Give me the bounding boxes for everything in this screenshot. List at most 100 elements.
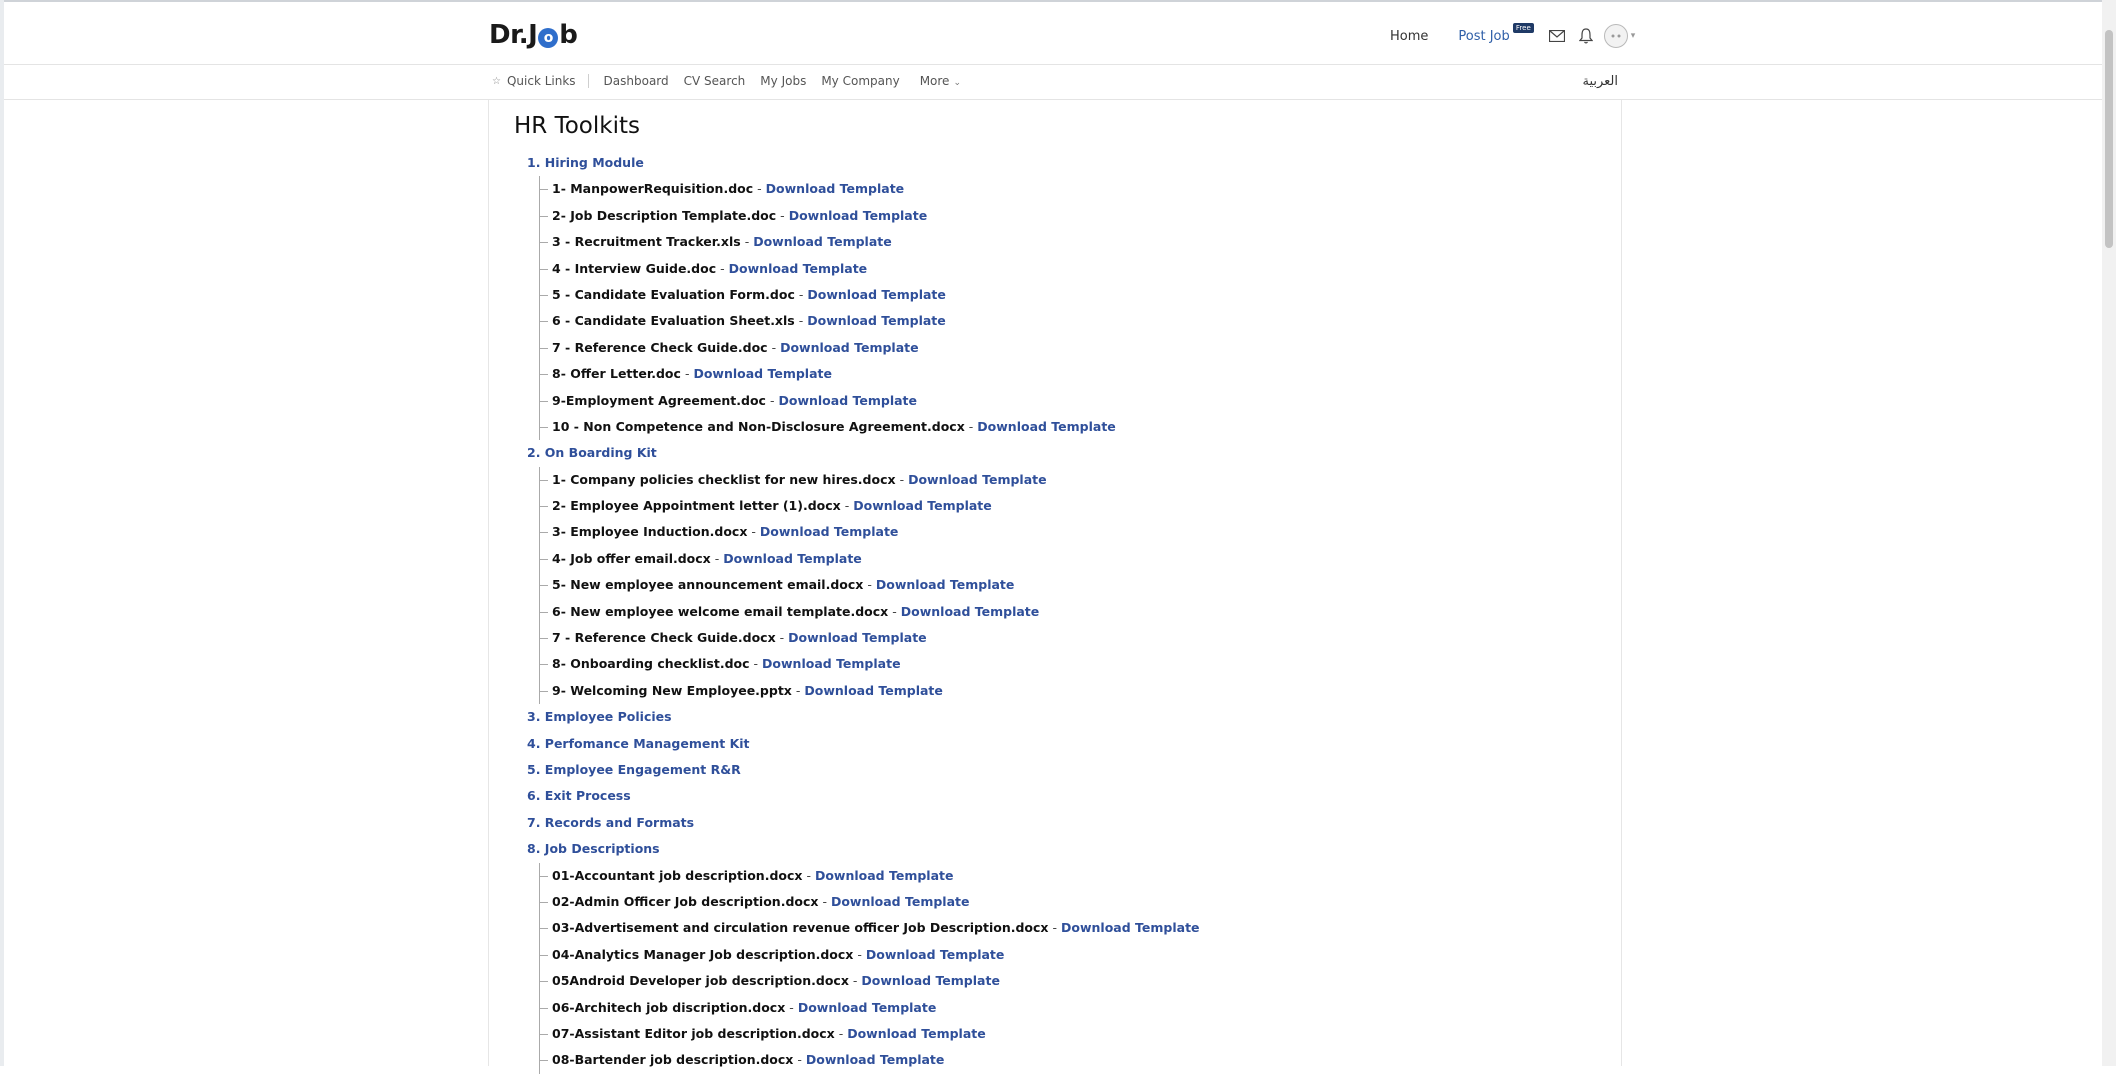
- section-items: 1- Company policies checklist for new hi…: [539, 466, 1607, 705]
- separator: -: [838, 1025, 844, 1041]
- download-template-link[interactable]: Download Template: [723, 551, 862, 566]
- file-name: 06-Architech job discription.docx: [552, 999, 786, 1015]
- more-menu[interactable]: More ⌄: [920, 74, 961, 88]
- file-name: 6- New employee welcome email template.d…: [552, 603, 889, 619]
- section-title[interactable]: 2. On Boarding Kit: [527, 440, 1607, 466]
- mail-icon[interactable]: [1547, 26, 1567, 46]
- list-item: 7 - Reference Check Guide.doc - Download T…: [540, 335, 1607, 361]
- separator: -: [771, 339, 777, 355]
- file-name: 10 - Non Competence and Non-Disclosure A…: [552, 418, 965, 434]
- quick-links-toggle[interactable]: ☆ Quick Links: [492, 74, 589, 88]
- download-template-link[interactable]: Download Template: [831, 894, 970, 909]
- file-name: 05Android Developer job description.docx: [552, 973, 849, 989]
- subnav-item-cv-search[interactable]: CV Search: [684, 74, 746, 88]
- download-template-link[interactable]: Download Template: [1061, 920, 1200, 935]
- list-item: 08-Bartender job description.docx - Downlo…: [540, 1047, 1607, 1073]
- separator: -: [857, 946, 862, 962]
- download-template-link[interactable]: Download Template: [901, 604, 1040, 619]
- download-template-link[interactable]: Download Template: [760, 524, 899, 539]
- download-template-link[interactable]: Download Template: [693, 366, 832, 381]
- separator: -: [753, 656, 759, 672]
- download-template-link[interactable]: Download Template: [804, 683, 943, 698]
- section-title[interactable]: 3. Employee Policies: [527, 704, 1607, 730]
- section-title[interactable]: 6. Exit Process: [527, 783, 1607, 809]
- download-template-link[interactable]: Download Template: [780, 340, 919, 355]
- star-icon: ☆: [492, 75, 501, 87]
- download-template-link[interactable]: Download Template: [778, 393, 917, 408]
- separator: -: [744, 234, 750, 250]
- subnav-item-my-jobs[interactable]: My Jobs: [760, 74, 806, 88]
- download-template-link[interactable]: Download Template: [806, 1052, 945, 1067]
- download-template-link[interactable]: Download Template: [866, 947, 1005, 962]
- download-template-link[interactable]: Download Template: [815, 868, 954, 883]
- top-header: Dr.J o b Home Post Job Free ▾: [4, 2, 2102, 65]
- download-template-link[interactable]: Download Template: [807, 313, 946, 328]
- list-item: 4 - Interview Guide.doc - Download Templat…: [540, 256, 1607, 282]
- subnav-item-my-company[interactable]: My Company: [821, 74, 899, 88]
- download-template-link[interactable]: Download Template: [753, 234, 892, 249]
- download-template-link[interactable]: Download Template: [977, 419, 1116, 434]
- avatar-dropdown-icon[interactable]: ▾: [1631, 31, 1636, 41]
- file-name: 3- Employee Induction.docx: [552, 524, 748, 540]
- file-name: 08-Bartender job description.docx: [552, 1052, 794, 1068]
- section-title[interactable]: 4. Perfomance Management Kit: [527, 731, 1607, 757]
- list-item: 2- Employee Appointment letter (1).docx -…: [540, 493, 1607, 519]
- separator: -: [844, 498, 850, 514]
- file-name: 07-Assistant Editor job description.docx: [552, 1025, 835, 1041]
- file-name: 2- Employee Appointment letter (1).docx: [552, 498, 841, 514]
- separator: -: [892, 603, 897, 619]
- section-title[interactable]: 5. Employee Engagement R&R: [527, 757, 1607, 783]
- file-name: 2- Job Description Template.doc: [552, 207, 777, 223]
- language-switch-arabic[interactable]: العربية: [1582, 74, 1618, 89]
- file-name: 9- Welcoming New Employee.pptx: [552, 682, 792, 698]
- download-template-link[interactable]: Download Template: [766, 181, 905, 196]
- file-name: 8- Onboarding checklist.doc: [552, 656, 750, 672]
- window-left-edge: [0, 0, 4, 1066]
- list-item: 06-Architech job discription.docx - Downlo…: [540, 995, 1607, 1021]
- drjob-logo[interactable]: Dr.J o b: [489, 20, 578, 50]
- download-template-link[interactable]: Download Template: [788, 630, 927, 645]
- file-name: 5- New employee announcement email.docx: [552, 577, 864, 593]
- list-item: 5 - Candidate Evaluation Form.doc - Downlo…: [540, 282, 1607, 308]
- list-item: 9- Welcoming New Employee.pptx - Download …: [540, 678, 1607, 704]
- separator: -: [714, 550, 720, 566]
- separator: -: [751, 524, 756, 540]
- scrollbar-thumb[interactable]: [2105, 30, 2113, 248]
- file-name: 02-Admin Officer Job description.docx: [552, 893, 819, 909]
- post-job-link[interactable]: Post Job Free: [1458, 22, 1534, 44]
- separator: -: [720, 260, 725, 276]
- download-template-link[interactable]: Download Template: [861, 973, 1000, 988]
- chevron-down-icon: ⌄: [953, 78, 961, 88]
- list-item: 7 - Reference Check Guide.docx - Download …: [540, 625, 1607, 651]
- home-link[interactable]: Home: [1390, 29, 1428, 44]
- separator: -: [867, 577, 872, 593]
- download-template-link[interactable]: Download Template: [729, 261, 868, 276]
- list-item: 5- New employee announcement email.docx -…: [540, 572, 1607, 598]
- download-template-link[interactable]: Download Template: [847, 1026, 986, 1041]
- separator: -: [798, 313, 804, 329]
- download-template-link[interactable]: Download Template: [762, 656, 901, 671]
- list-item: 8- Onboarding checklist.doc - Download Tem…: [540, 651, 1607, 677]
- download-template-link[interactable]: Download Template: [908, 472, 1047, 487]
- section-items: 1- ManpowerRequisition.doc - Download Temp…: [539, 176, 1607, 441]
- download-template-link[interactable]: Download Template: [789, 208, 928, 223]
- list-item: 07-Assistant Editor job description.docx…: [540, 1021, 1607, 1047]
- subnav-item-dashboard[interactable]: Dashboard: [604, 74, 669, 88]
- separator: -: [684, 366, 690, 382]
- section-title[interactable]: 1. Hiring Module: [527, 150, 1607, 176]
- file-name: 5 - Candidate Evaluation Form.doc: [552, 286, 795, 302]
- file-name: 4 - Interview Guide.doc: [552, 260, 717, 276]
- user-avatar-icon[interactable]: [1603, 24, 1628, 48]
- list-item: 6- New employee welcome email template.d…: [540, 599, 1607, 625]
- download-template-link[interactable]: Download Template: [807, 287, 946, 302]
- bell-icon[interactable]: [1576, 26, 1596, 46]
- list-item: 6 - Candidate Evaluation Sheet.xls - Downl…: [540, 308, 1607, 334]
- download-template-link[interactable]: Download Template: [853, 498, 992, 513]
- section-title[interactable]: 8. Job Descriptions: [527, 836, 1607, 862]
- download-template-link[interactable]: Download Template: [798, 1000, 937, 1015]
- scrollbar[interactable]: [2102, 0, 2116, 1066]
- download-template-link[interactable]: Download Template: [876, 577, 1015, 592]
- toolkit-list: 1. Hiring Module 1- ManpowerRequisition.d…: [527, 150, 1607, 1074]
- list-item: 3- Employee Induction.docx - Download Temp…: [540, 519, 1607, 545]
- section-title[interactable]: 7. Records and Formats: [527, 810, 1607, 836]
